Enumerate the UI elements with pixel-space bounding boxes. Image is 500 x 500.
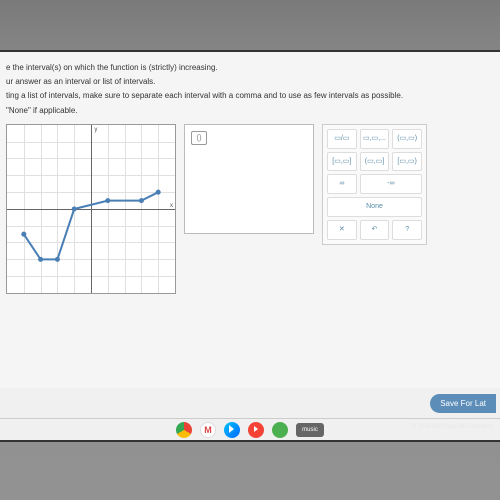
save-button[interactable]: Save For Lat [430, 394, 496, 413]
math-palette: ▭/▭ ▭,▭,... (▭,▭) [▭,▭] (▭,▭] [▭,▭) ∞ -∞… [322, 124, 427, 245]
palette-closed-interval[interactable]: [▭,▭] [327, 152, 357, 172]
q-line2: ur answer as an interval or list of inte… [6, 76, 494, 87]
q-line3: ting a list of intervals, make sure to s… [6, 90, 494, 101]
music-app[interactable]: music [296, 423, 324, 437]
palette-sequence[interactable]: ▭,▭,... [360, 129, 390, 149]
answer-value[interactable]: () [191, 131, 207, 145]
plot-line [7, 125, 175, 293]
palette-fraction[interactable]: ▭/▭ [327, 129, 357, 149]
palette-infinity[interactable]: ∞ [327, 174, 357, 194]
taskbar: M music [0, 418, 500, 440]
function-graph: x y [6, 124, 176, 294]
chrome-icon[interactable] [176, 422, 192, 438]
question-text: e the interval(s) on which the function … [6, 62, 494, 116]
palette-clear[interactable]: ✕ [327, 220, 357, 240]
palette-help[interactable]: ? [392, 220, 422, 240]
q-line1: e the interval(s) on which the function … [6, 62, 494, 73]
footer: Save For Lat [0, 388, 500, 418]
q-line4: "None" if applicable. [6, 105, 494, 116]
youtube-icon[interactable] [248, 422, 264, 438]
palette-neg-infinity[interactable]: -∞ [360, 174, 422, 194]
palette-right-open[interactable]: [▭,▭) [392, 152, 422, 172]
play-store-icon[interactable] [224, 422, 240, 438]
axis-label-x: x [170, 202, 173, 210]
palette-open-interval[interactable]: (▭,▭) [392, 129, 422, 149]
palette-none[interactable]: None [327, 197, 422, 217]
palette-undo[interactable]: ↶ [360, 220, 390, 240]
axis-label-y: y [94, 126, 97, 134]
gmail-icon[interactable]: M [200, 422, 216, 438]
app-icon[interactable] [272, 422, 288, 438]
palette-left-open[interactable]: (▭,▭] [360, 152, 390, 172]
answer-input-area[interactable]: () [184, 124, 314, 234]
